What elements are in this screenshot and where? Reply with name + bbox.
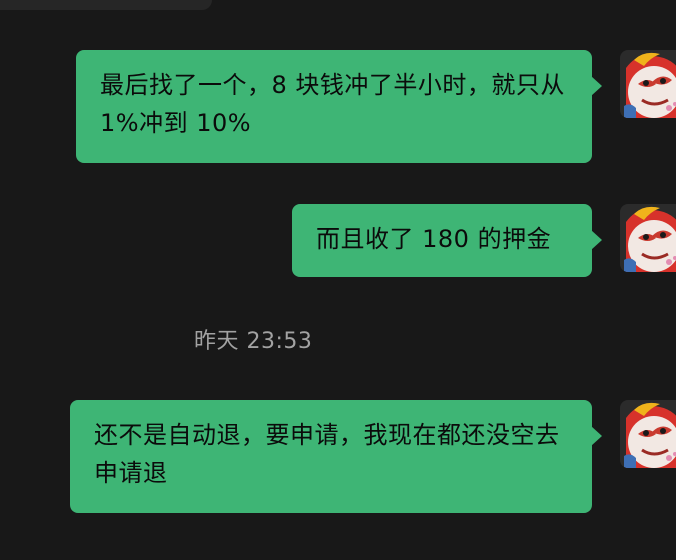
monkey-king-mask-icon [620,50,676,118]
monkey-king-mask-icon [620,400,676,468]
message-text-2: 而且收了 180 的押金 [316,225,552,253]
chat-window: 最后找了一个，8 块钱冲了半小时，就只从 1%冲到 10% 而且收了 180 的… [0,0,676,560]
avatar[interactable] [620,400,676,468]
message-bubble-2[interactable]: 而且收了 180 的押金 [292,204,602,277]
avatar[interactable] [620,50,676,118]
message-bubble-3[interactable]: 还不是自动退，要申请，我现在都还没空去申请退 [70,400,602,513]
monkey-king-mask-icon [620,204,676,272]
message-text-3: 还不是自动退，要申请，我现在都还没空去申请退 [94,421,560,487]
message-bubble-1[interactable]: 最后找了一个，8 块钱冲了半小时，就只从 1%冲到 10% [76,50,602,163]
avatar[interactable] [620,204,676,272]
timestamp: 昨天 23:53 [194,329,313,354]
message-text-1: 最后找了一个，8 块钱冲了半小时，就只从 1%冲到 10% [100,71,565,137]
top-bar-fragment [0,0,212,10]
